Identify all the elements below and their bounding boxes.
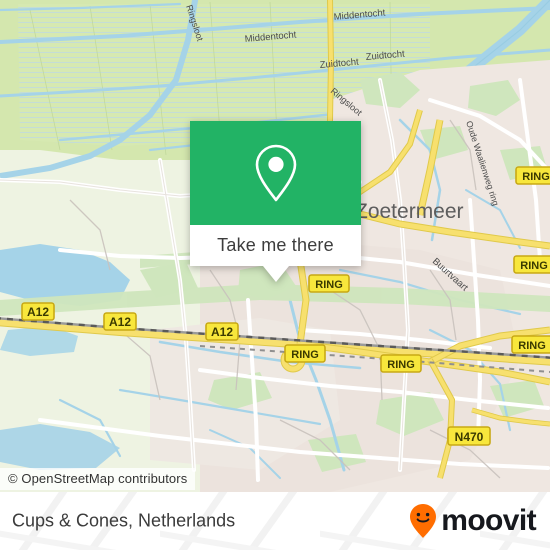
svg-text:A12: A12 (211, 325, 233, 339)
svg-text:N470: N470 (455, 430, 484, 444)
moovit-wordmark: moovit (441, 504, 536, 537)
footer-bar: Cups & Cones, Netherlands moovit (0, 492, 550, 550)
moovit-smiling-pin-icon (410, 504, 437, 538)
moovit-map-screenshot: Middentocht Middentocht Zuidtocht Zuidto… (0, 0, 550, 550)
osm-attribution[interactable]: © OpenStreetMap contributors (0, 468, 196, 490)
place-popup-card[interactable]: Take me there (190, 121, 361, 282)
popup-footer[interactable]: Take me there (190, 225, 361, 266)
map-pin-icon (255, 144, 296, 202)
moovit-logo[interactable]: moovit (409, 503, 537, 539)
svg-text:RING: RING (315, 279, 343, 291)
place-title: Cups & Cones, Netherlands (12, 510, 236, 531)
svg-text:RING: RING (522, 171, 550, 183)
svg-text:RING: RING (291, 349, 319, 361)
popup-tail (262, 266, 289, 282)
svg-text:A12: A12 (109, 315, 131, 329)
svg-text:A12: A12 (27, 305, 49, 319)
take-me-there-label: Take me there (217, 235, 334, 255)
svg-text:Zoetermeer: Zoetermeer (355, 200, 464, 223)
popup-header (190, 121, 361, 225)
svg-text:RING: RING (387, 359, 415, 371)
svg-text:RING: RING (520, 260, 548, 272)
svg-text:RING: RING (518, 340, 546, 352)
